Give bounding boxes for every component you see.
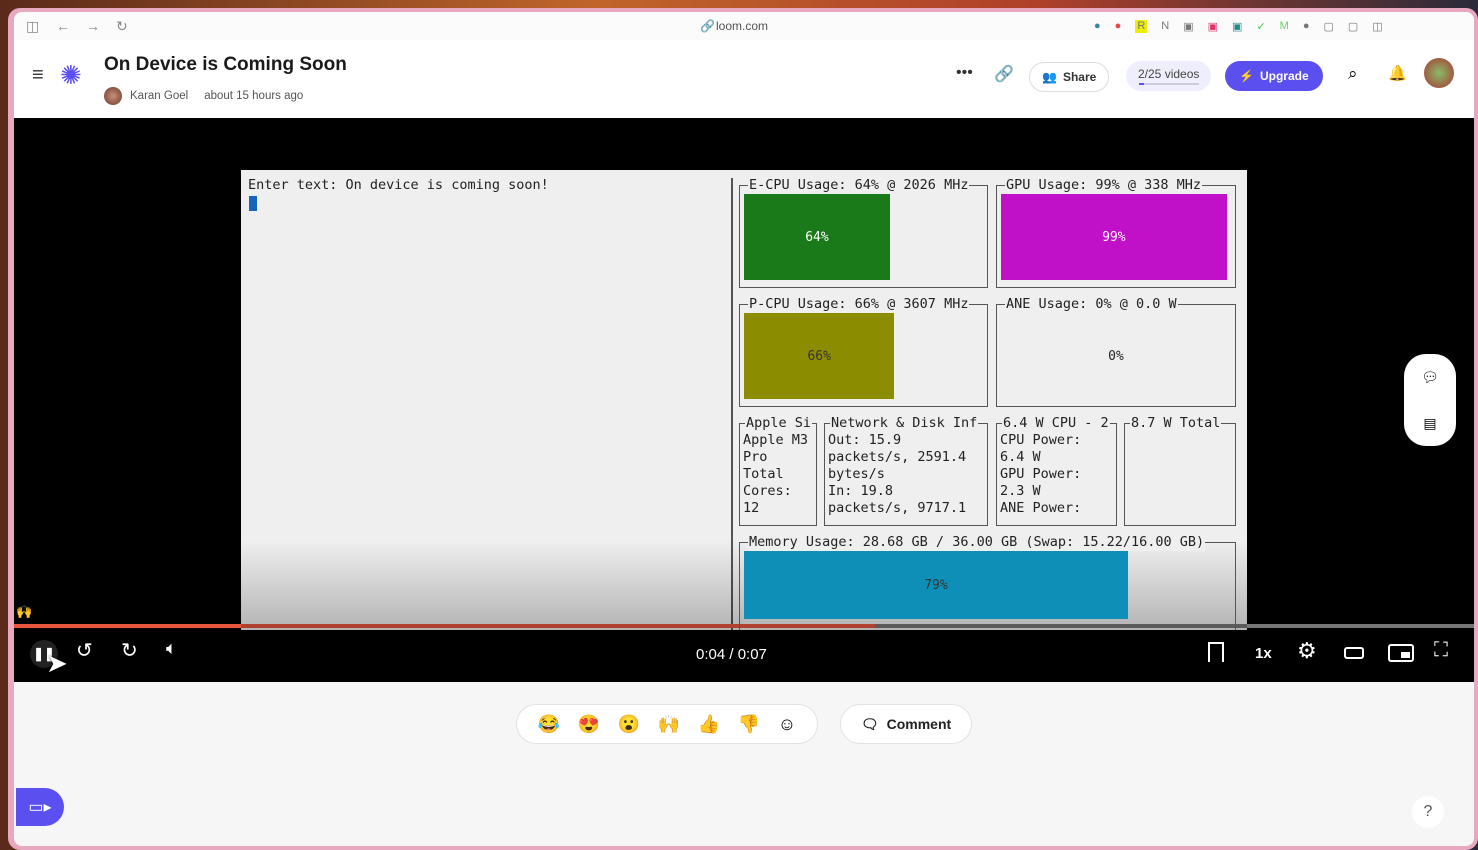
emoji-raised-hands[interactable]: 🙌 (658, 714, 680, 735)
fullscreen-icon[interactable]: ⛶ (1434, 639, 1448, 662)
transcript-icon[interactable]: ▤ (1423, 415, 1436, 432)
ane-panel: ANE Usage: 0% @ 0.0 W 0% (996, 295, 1236, 407)
gpu-bar: 99% (1001, 194, 1227, 280)
volume-icon[interactable]: 🔈︎ (166, 638, 177, 659)
side-panel: 💬︎ ▤ (1404, 354, 1456, 446)
pcpu-bar: 66% (744, 313, 895, 399)
record-button[interactable]: ▭▸ (16, 788, 64, 826)
ane-value: 0% (1108, 348, 1124, 364)
forward-5-icon[interactable]: ↻ (121, 638, 138, 663)
reaction-overlay: 🙌 (16, 604, 33, 619)
video-title: On Device is Coming Soon (104, 54, 347, 75)
picture-in-picture-icon[interactable] (1388, 644, 1414, 662)
mouse-cursor-icon: ➤ (46, 648, 68, 678)
page-header: ≡ ✺ On Device is Coming Soon Karan Goel … (14, 40, 1474, 118)
copy-link-icon[interactable]: 🔗 (994, 64, 1014, 84)
pcpu-panel: P-CPU Usage: 66% @ 3607 MHz 66% (739, 295, 988, 407)
loom-logo-icon[interactable]: ✺ (60, 60, 82, 91)
share-button[interactable]: 👥 Share (1029, 62, 1110, 92)
rewind-5-icon[interactable]: ↺ (76, 638, 93, 663)
memory-bar: 79% (744, 551, 1128, 619)
back-icon[interactable]: ← (56, 18, 70, 34)
window: ◫ ← → ↻ 🔗 loom.com ● ● R N ▣ ▣ ▣ ✓ M ● ▢ ▢ ◫ ≡ ✺ On … (8, 8, 1478, 850)
gpu-panel: GPU Usage: 99% @ 338 MHz 99% (996, 176, 1236, 288)
author-avatar (104, 87, 122, 105)
comment-button[interactable]: 🗨︎ Comment (840, 704, 972, 744)
prompt-text: Enter text: On device is coming soon! (248, 177, 549, 193)
memory-panel: Memory Usage: 28.68 GB / 36.00 GB (Swap:… (739, 533, 1236, 630)
sidebar-toggle-icon[interactable]: ◫ (26, 18, 39, 35)
add-reaction-icon[interactable]: ☺︎ (778, 714, 796, 735)
forward-icon[interactable]: → (86, 18, 100, 34)
video-quota[interactable]: 2/25 videos (1126, 61, 1212, 91)
theater-mode-icon[interactable] (1344, 647, 1364, 659)
url-field[interactable]: loom.com (716, 19, 768, 33)
time-display: 0:04 / 0:07 (696, 646, 767, 663)
people-icon: 👥 (1042, 70, 1057, 84)
emoji-thumbs-down[interactable]: 👎 (738, 714, 760, 735)
ecpu-bar: 64% (744, 194, 890, 280)
text-cursor (249, 196, 257, 211)
author-name[interactable]: Karan Goel (130, 90, 188, 102)
ecpu-panel: E-CPU Usage: 64% @ 2026 MHz 64% (739, 176, 988, 288)
comments-icon[interactable]: 💬︎ (1421, 369, 1439, 386)
emoji-laugh[interactable]: 😂 (538, 714, 560, 735)
bolt-icon: ⚡ (1239, 69, 1254, 83)
extension-icons[interactable]: ● ● R N ▣ ▣ ▣ ✓ M ● ▢ ▢ ◫ (1094, 19, 1383, 33)
network-panel: Network & Disk Inf Out: 15.9 packets/s, 2… (824, 414, 988, 526)
video-player[interactable]: Enter text: On device is coming soon! E-… (14, 118, 1474, 682)
bookmark-icon[interactable] (1208, 642, 1224, 662)
emoji-thumbs-up[interactable]: 👍 (698, 714, 720, 735)
link-icon: 🔗 (700, 19, 715, 33)
reaction-bar: 😂 😍 😮 🙌 👍 👎 ☺︎ (516, 704, 818, 744)
settings-icon[interactable]: ⚙ (1297, 638, 1317, 664)
browser-toolbar: ◫ ← → ↻ 🔗 loom.com ● ● R N ▣ ▣ ▣ ✓ M ● ▢ ▢ ◫ (14, 12, 1474, 40)
search-icon[interactable]: ⌕ (1348, 64, 1358, 84)
reload-icon[interactable]: ↻ (116, 18, 128, 35)
video-meta: Karan Goel about 15 hours ago (104, 87, 303, 105)
timestamp: about 15 hours ago (204, 90, 304, 102)
upgrade-button[interactable]: ⚡ Upgrade (1225, 61, 1323, 91)
power-panel: 6.4 W CPU - 2 CPU Power: 6.4 W GPU Power:… (996, 414, 1117, 526)
bell-icon[interactable]: 🔔 (1388, 64, 1407, 82)
speed-button[interactable]: 1x (1255, 645, 1272, 662)
user-avatar[interactable] (1424, 58, 1454, 88)
terminal-frame: Enter text: On device is coming soon! E-… (241, 170, 1247, 630)
emoji-heart-eyes[interactable]: 😍 (578, 714, 600, 735)
total-power-panel: 8.7 W Total (1124, 414, 1236, 526)
menu-icon[interactable]: ≡ (32, 64, 44, 87)
apple-silicon-panel: Apple Si Apple M3 Pro Total Cores: 12 (739, 414, 817, 526)
comment-icon: 🗨︎ (860, 715, 879, 732)
help-button[interactable]: ? (1412, 796, 1444, 828)
emoji-wow[interactable]: 😮 (618, 714, 640, 735)
more-icon[interactable]: ••• (956, 64, 973, 82)
memory-value: 79% (924, 577, 948, 593)
camera-icon: ▭▸ (28, 799, 52, 816)
